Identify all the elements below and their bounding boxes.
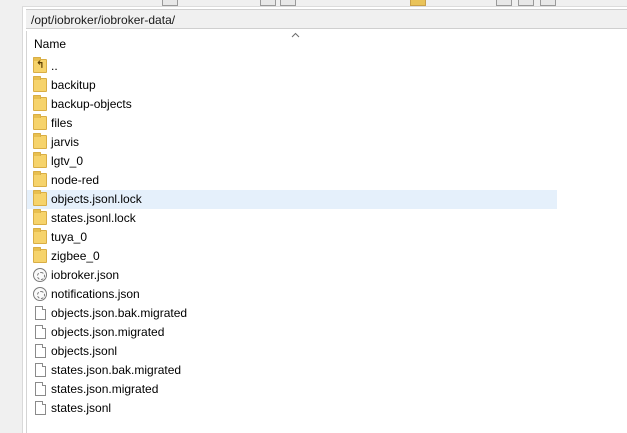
file-name: states.json.bak.migrated [51,363,182,377]
file-name: objects.json.bak.migrated [51,306,188,320]
file-rows: ↰.. backitup backup-objects files jarvis lgtv… [27,57,561,418]
file-row[interactable]: states.json.bak.migrated [27,361,557,380]
column-header-name[interactable]: Name [27,31,561,55]
file-row[interactable]: backitup [27,76,557,95]
file-row[interactable]: tuya_0 [27,228,557,247]
file-name: files [51,116,73,130]
folder-icon [33,95,47,111]
json-file-icon [33,287,47,301]
parent-directory-row[interactable]: ↰.. [27,57,557,76]
toolbar [22,0,627,7]
file-name: states.jsonl.lock [51,211,136,225]
toolbar-icon[interactable] [540,0,556,6]
file-row[interactable]: objects.json.migrated [27,323,557,342]
current-path: /opt/iobroker/iobroker-data/ [31,13,176,27]
json-file-icon [33,268,47,282]
folder-icon [33,247,47,263]
file-row[interactable]: objects.jsonl [27,342,557,361]
file-name: objects.jsonl.lock [51,192,142,206]
file-icon [35,401,46,415]
file-name: node-red [51,173,100,187]
file-row[interactable]: states.jsonl.lock [27,209,557,228]
folder-icon [33,76,47,92]
file-row[interactable]: notifications.json [27,285,557,304]
file-icon [35,325,46,339]
file-name: lgtv_0 [51,154,84,168]
toolbar-icon[interactable] [518,0,534,6]
file-name: backup-objects [51,97,132,111]
file-row[interactable]: iobroker.json [27,266,557,285]
folder-icon [33,133,47,149]
toolbar-icon[interactable] [162,0,178,6]
empty-pane-area [561,31,627,433]
folder-icon [33,209,47,225]
file-icon [35,363,46,377]
toolbar-icon[interactable] [280,0,296,6]
file-name: states.json.migrated [51,382,159,396]
file-name: notifications.json [51,287,140,301]
file-row[interactable]: objects.json.bak.migrated [27,304,557,323]
path-bar[interactable]: /opt/iobroker/iobroker-data/ [26,9,627,29]
file-row[interactable]: jarvis [27,133,557,152]
file-name: jarvis [51,135,80,149]
file-row[interactable]: lgtv_0 [27,152,557,171]
file-icon [35,382,46,396]
file-row[interactable]: objects.jsonl.lock [27,190,557,209]
file-name: backitup [51,78,96,92]
folder-icon [33,171,47,187]
column-header-label: Name [34,37,67,51]
file-list[interactable]: Name ↰.. backitup backup-objects files jarvi… [26,31,562,433]
file-name: iobroker.json [51,268,120,282]
file-name: zigbee_0 [51,249,100,263]
parent-folder-icon: ↰ [33,57,47,73]
toolbar-icon[interactable] [496,0,512,6]
folder-icon [33,114,47,130]
toolbar-icon[interactable] [260,0,276,6]
file-row[interactable]: states.json.migrated [27,380,557,399]
file-row[interactable]: zigbee_0 [27,247,557,266]
folder-icon [33,190,47,206]
folder-icon [33,152,47,168]
file-name: tuya_0 [51,230,88,244]
folder-icon [33,228,47,244]
file-row[interactable]: states.jsonl [27,399,557,418]
file-row[interactable]: node-red [27,171,557,190]
folder-icon[interactable] [410,0,426,6]
left-pane-edge [0,0,23,433]
sort-ascending-icon [291,32,300,38]
file-icon [35,306,46,320]
up-arrow-icon: ↰ [36,60,45,71]
file-row[interactable]: files [27,114,557,133]
file-name: objects.json.migrated [51,325,165,339]
file-name: .. [51,59,58,73]
file-name: states.jsonl [51,401,112,415]
file-icon [35,344,46,358]
file-name: objects.jsonl [51,344,118,358]
file-row[interactable]: backup-objects [27,95,557,114]
